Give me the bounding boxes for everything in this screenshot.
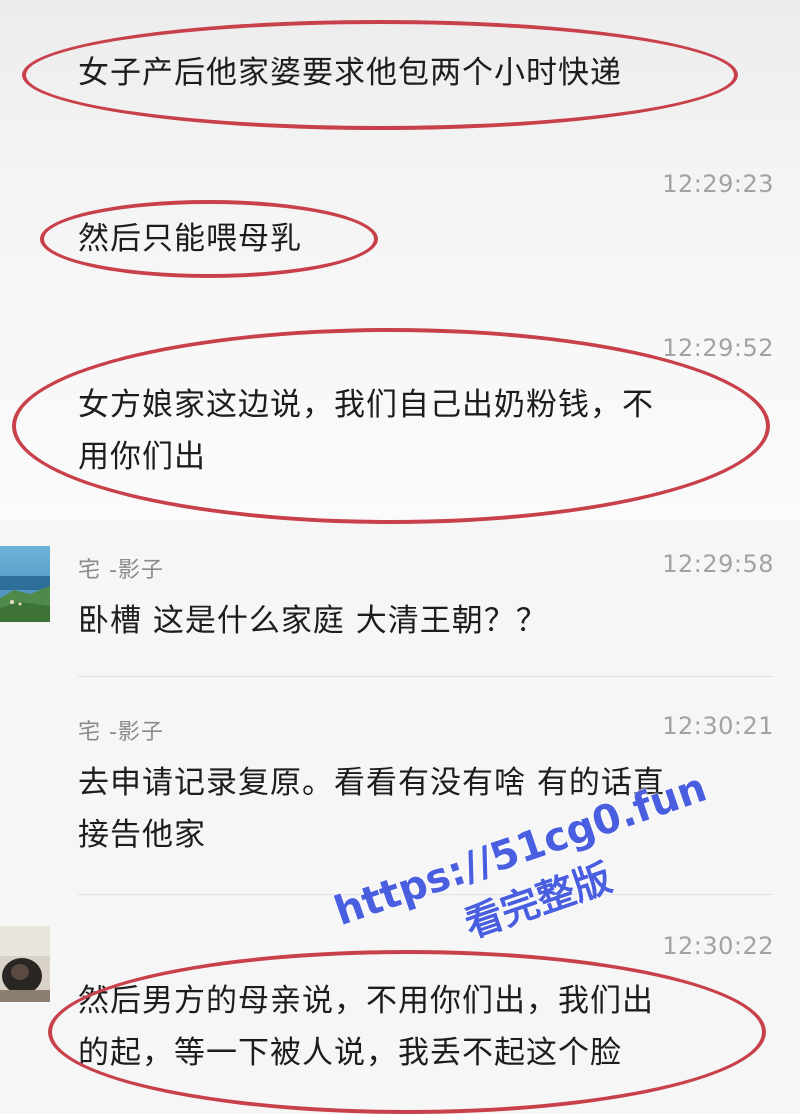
message-text-line2: 接告他家 — [78, 817, 206, 853]
avatar-photo-image — [0, 926, 50, 1002]
message-timestamp: 12:29:58 — [662, 550, 774, 578]
watermark-subtitle: 看完整版 — [459, 855, 618, 947]
message-timestamp: 12:29:52 — [662, 334, 774, 362]
message-text: 女子产后他家婆要求他包两个小时快递 — [78, 55, 622, 91]
message-timestamp: 12:29:23 — [662, 170, 774, 198]
message-divider — [78, 894, 774, 895]
sender-name: 宅 -影子 — [78, 720, 164, 745]
avatar-landscape-image — [0, 546, 50, 622]
message-text-line1: 女方娘家这边说，我们自己出奶粉钱，不 — [78, 387, 654, 423]
message-text-line1: 然后男方的母亲说，不用你们出，我们出 — [78, 983, 654, 1019]
avatar[interactable] — [0, 926, 50, 1002]
sender-name: 宅 -影子 — [78, 558, 164, 583]
avatar[interactable] — [0, 546, 50, 622]
message-text: 卧槽 这是什么家庭 大清王朝？？ — [78, 603, 548, 639]
message-timestamp: 12:30:22 — [662, 932, 774, 960]
message-text-line2: 的起，等一下被人说，我丢不起这个脸 — [78, 1035, 622, 1071]
message-text-line2: 用你们出 — [78, 439, 206, 475]
message-text-line1: 去申请记录复原。看看有没有啥 有的话直 — [78, 765, 665, 801]
message-timestamp: 12:30:21 — [662, 712, 774, 740]
message-divider — [78, 676, 774, 677]
message-text: 然后只能喂母乳 — [78, 221, 302, 257]
